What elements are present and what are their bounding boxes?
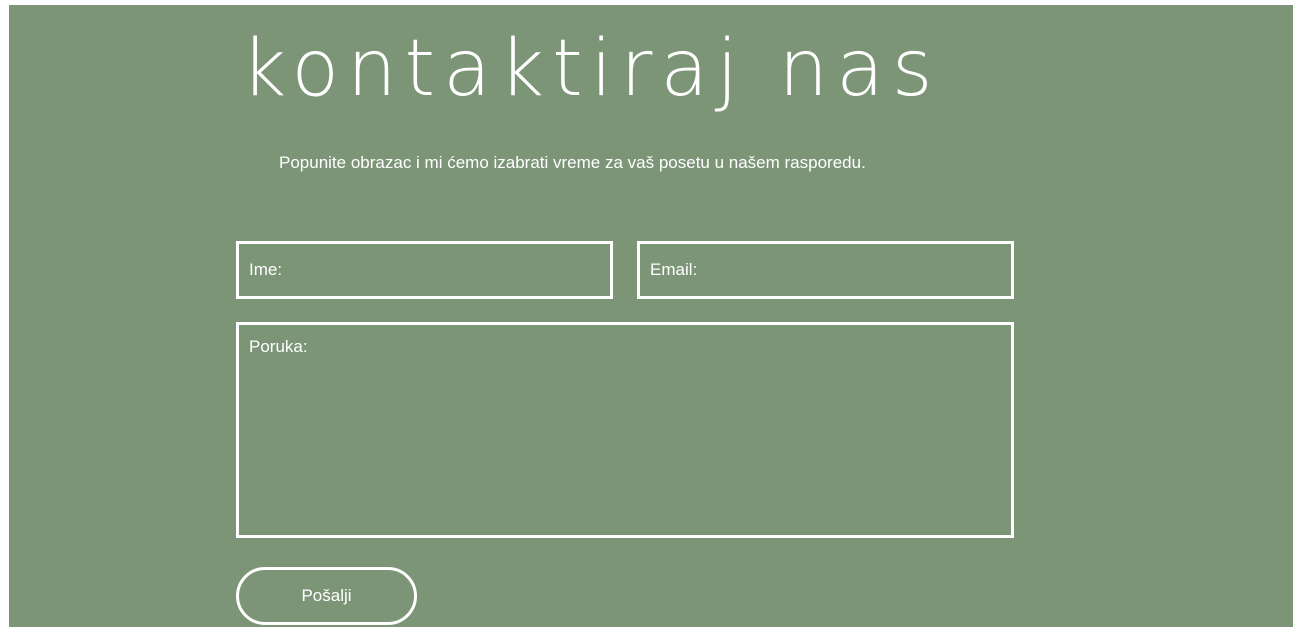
page-title: kontaktiraj nas bbox=[241, 24, 941, 114]
submit-button[interactable]: Pošalji bbox=[236, 567, 417, 625]
message-field[interactable] bbox=[236, 322, 1014, 538]
contact-section: kontaktiraj nas Popunite obrazac i mi će… bbox=[9, 5, 1293, 627]
name-field[interactable] bbox=[236, 241, 613, 299]
email-field[interactable] bbox=[637, 241, 1014, 299]
page-subtitle: Popunite obrazac i mi ćemo izabrati vrem… bbox=[279, 153, 866, 172]
